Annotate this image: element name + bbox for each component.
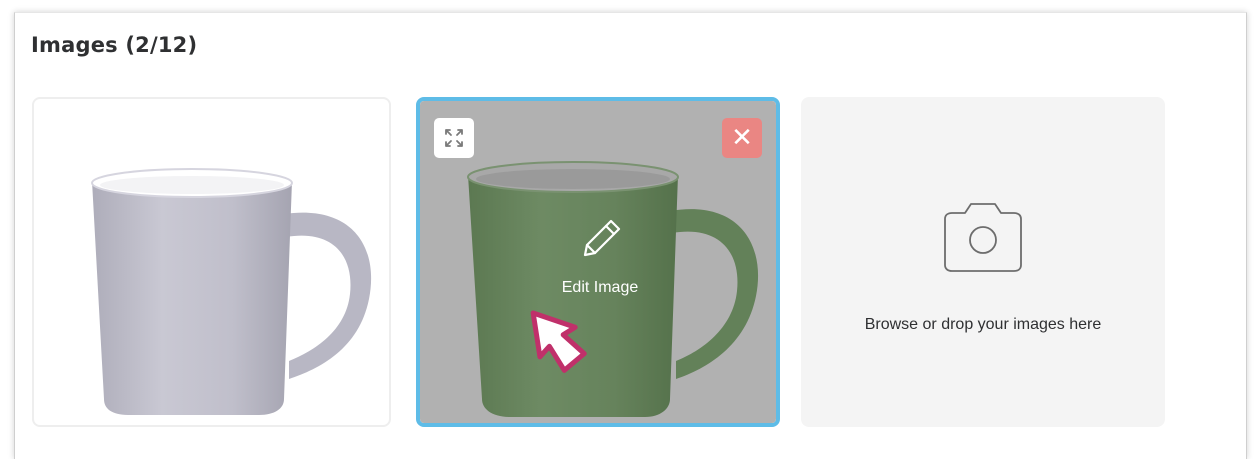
image-thumbnail-2-selected[interactable]: ✕ Edit Image [416,97,780,427]
images-panel: Images (2/12) ✕ Edit Image Browse or dro… [14,12,1247,459]
thumbnail-background: ✕ Edit Image [420,101,776,423]
expand-button[interactable] [434,118,474,158]
remove-image-button[interactable]: ✕ [722,118,762,158]
image-thumbnail-1[interactable] [32,97,391,427]
image-dropzone[interactable]: Browse or drop your images here [801,97,1165,427]
pointer-cursor-icon [530,310,587,373]
pencil-icon [583,219,621,257]
camera-icon [944,203,1022,272]
mug-image-grey [91,168,372,415]
edit-image-label: Edit Image [561,279,639,296]
dropzone-text: Browse or drop your images here [864,316,1102,333]
section-title: Images (2/12) [31,33,198,57]
expand-icon [445,129,463,147]
